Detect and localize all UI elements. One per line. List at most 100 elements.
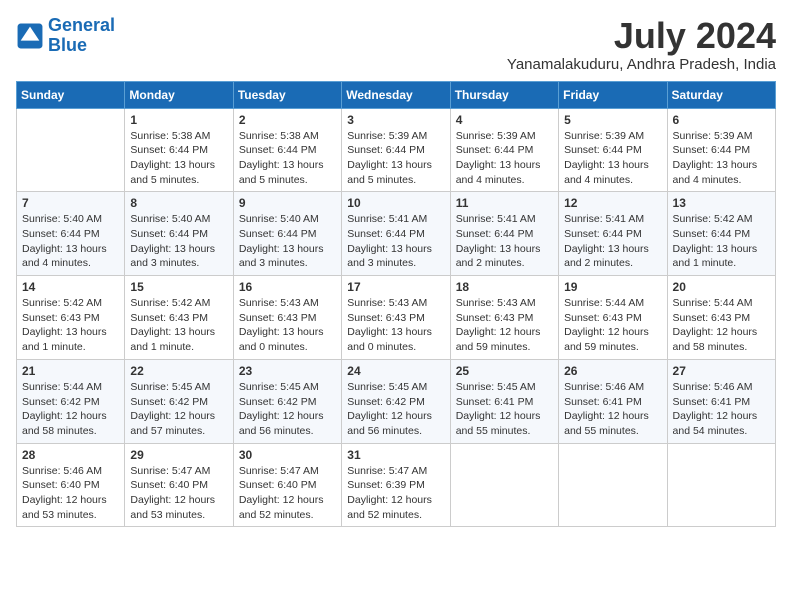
day-number: 12 [564,196,661,210]
day-number: 29 [130,448,227,462]
calendar-week-row: 21 Sunrise: 5:44 AM Sunset: 6:42 PM Dayli… [17,359,776,443]
day-info: Sunrise: 5:40 AM Sunset: 6:44 PM Dayligh… [22,212,119,271]
calendar-cell: 11Sunrise: 5:41 AM Sunset: 6:44 PM Dayli… [450,192,558,276]
calendar-cell: 1 Sunrise: 5:38 AM Sunset: 6:44 PM Daylig… [125,108,233,192]
day-info: Sunrise: 5:42 AM Sunset: 6:43 PM Dayligh… [22,296,119,355]
calendar-cell: 13 Sunrise: 5:42 AM Sunset: 6:44 PM Dayli… [667,192,775,276]
day-number: 27 [673,364,770,378]
column-header-wednesday: Wednesday [342,81,450,108]
calendar-cell: 25 Sunrise: 5:45 AM Sunset: 6:41 PM Dayli… [450,359,558,443]
day-number: 31 [347,448,444,462]
column-header-sunday: Sunday [17,81,125,108]
day-number: 21 [22,364,119,378]
day-info: Sunrise: 5:47 AM Sunset: 6:40 PM Dayligh… [239,464,336,523]
day-number: 22 [130,364,227,378]
column-header-friday: Friday [559,81,667,108]
logo: General Blue [16,16,115,56]
calendar-cell: 15Sunrise: 5:42 AM Sunset: 6:43 PM Dayli… [125,276,233,360]
day-info: Sunrise: 5:46 AM Sunset: 6:41 PM Dayligh… [673,380,770,439]
calendar-week-row: 28 Sunrise: 5:46 AM Sunset: 6:40 PM Dayli… [17,443,776,527]
calendar-cell: 7 Sunrise: 5:40 AM Sunset: 6:44 PM Daylig… [17,192,125,276]
day-number: 3 [347,113,444,127]
calendar-header-row: SundayMondayTuesdayWednesdayThursdayFrid… [17,81,776,108]
calendar-week-row: 14 Sunrise: 5:42 AM Sunset: 6:43 PM Dayli… [17,276,776,360]
calendar-week-row: 1 Sunrise: 5:38 AM Sunset: 6:44 PM Daylig… [17,108,776,192]
day-number: 7 [22,196,119,210]
day-info: Sunrise: 5:38 AM Sunset: 6:44 PM Dayligh… [130,129,227,188]
calendar-cell [559,443,667,527]
calendar-cell: 23 Sunrise: 5:45 AM Sunset: 6:42 PM Dayli… [233,359,341,443]
calendar-cell: 18Sunrise: 5:43 AM Sunset: 6:43 PM Dayli… [450,276,558,360]
calendar-cell: 26 Sunrise: 5:46 AM Sunset: 6:41 PM Dayli… [559,359,667,443]
calendar-cell: 30 Sunrise: 5:47 AM Sunset: 6:40 PM Dayli… [233,443,341,527]
column-header-saturday: Saturday [667,81,775,108]
column-header-monday: Monday [125,81,233,108]
day-info: Sunrise: 5:44 AM Sunset: 6:43 PM Dayligh… [673,296,770,355]
day-number: 20 [673,280,770,294]
page-header: General Blue July 2024 Yanamalakuduru, A… [16,16,776,73]
calendar-cell: 2 Sunrise: 5:38 AM Sunset: 6:44 PM Daylig… [233,108,341,192]
day-info: Sunrise: 5:47 AM Sunset: 6:39 PM Dayligh… [347,464,444,523]
calendar-cell: 29 Sunrise: 5:47 AM Sunset: 6:40 PM Dayli… [125,443,233,527]
day-number: 17 [347,280,444,294]
logo-line1: General [48,15,115,35]
day-info: Sunrise: 5:47 AM Sunset: 6:40 PM Dayligh… [130,464,227,523]
day-info: Sunrise: 5:45 AM Sunset: 6:41 PM Dayligh… [456,380,553,439]
calendar-cell: 28 Sunrise: 5:46 AM Sunset: 6:40 PM Dayli… [17,443,125,527]
day-number: 14 [22,280,119,294]
day-info: Sunrise: 5:41 AM Sunset: 6:44 PM Dayligh… [456,212,553,271]
day-number: 6 [673,113,770,127]
day-number: 23 [239,364,336,378]
calendar-cell [667,443,775,527]
title-block: July 2024 Yanamalakuduru, Andhra Pradesh… [507,16,776,73]
calendar-cell: 6 Sunrise: 5:39 AM Sunset: 6:44 PM Daylig… [667,108,775,192]
calendar-cell: 22Sunrise: 5:45 AM Sunset: 6:42 PM Dayli… [125,359,233,443]
calendar-cell: 14 Sunrise: 5:42 AM Sunset: 6:43 PM Dayli… [17,276,125,360]
day-info: Sunrise: 5:46 AM Sunset: 6:41 PM Dayligh… [564,380,661,439]
day-info: Sunrise: 5:39 AM Sunset: 6:44 PM Dayligh… [564,129,661,188]
day-info: Sunrise: 5:45 AM Sunset: 6:42 PM Dayligh… [239,380,336,439]
day-info: Sunrise: 5:44 AM Sunset: 6:42 PM Dayligh… [22,380,119,439]
day-info: Sunrise: 5:43 AM Sunset: 6:43 PM Dayligh… [347,296,444,355]
day-info: Sunrise: 5:39 AM Sunset: 6:44 PM Dayligh… [347,129,444,188]
calendar-cell: 5 Sunrise: 5:39 AM Sunset: 6:44 PM Daylig… [559,108,667,192]
day-number: 28 [22,448,119,462]
calendar-cell: 8Sunrise: 5:40 AM Sunset: 6:44 PM Daylig… [125,192,233,276]
day-number: 26 [564,364,661,378]
logo-text: General Blue [48,16,115,56]
day-number: 13 [673,196,770,210]
day-number: 30 [239,448,336,462]
day-info: Sunrise: 5:44 AM Sunset: 6:43 PM Dayligh… [564,296,661,355]
day-number: 16 [239,280,336,294]
calendar-week-row: 7 Sunrise: 5:40 AM Sunset: 6:44 PM Daylig… [17,192,776,276]
day-number: 9 [239,196,336,210]
day-number: 15 [130,280,227,294]
day-number: 1 [130,113,227,127]
calendar-cell: 27 Sunrise: 5:46 AM Sunset: 6:41 PM Dayli… [667,359,775,443]
logo-line2: Blue [48,35,87,55]
day-info: Sunrise: 5:41 AM Sunset: 6:44 PM Dayligh… [347,212,444,271]
calendar-cell: 3 Sunrise: 5:39 AM Sunset: 6:44 PM Daylig… [342,108,450,192]
calendar-cell: 19Sunrise: 5:44 AM Sunset: 6:43 PM Dayli… [559,276,667,360]
day-number: 24 [347,364,444,378]
calendar-cell: 17 Sunrise: 5:43 AM Sunset: 6:43 PM Dayli… [342,276,450,360]
calendar-cell: 9Sunrise: 5:40 AM Sunset: 6:44 PM Daylig… [233,192,341,276]
calendar-cell: 21 Sunrise: 5:44 AM Sunset: 6:42 PM Dayli… [17,359,125,443]
day-info: Sunrise: 5:40 AM Sunset: 6:44 PM Dayligh… [130,212,227,271]
calendar-cell [450,443,558,527]
month-title: July 2024 [507,16,776,56]
day-info: Sunrise: 5:38 AM Sunset: 6:44 PM Dayligh… [239,129,336,188]
day-info: Sunrise: 5:46 AM Sunset: 6:40 PM Dayligh… [22,464,119,523]
column-header-thursday: Thursday [450,81,558,108]
calendar-cell: 31 Sunrise: 5:47 AM Sunset: 6:39 PM Dayli… [342,443,450,527]
day-info: Sunrise: 5:42 AM Sunset: 6:44 PM Dayligh… [673,212,770,271]
day-info: Sunrise: 5:45 AM Sunset: 6:42 PM Dayligh… [347,380,444,439]
day-number: 18 [456,280,553,294]
day-number: 5 [564,113,661,127]
calendar-cell: 4Sunrise: 5:39 AM Sunset: 6:44 PM Daylig… [450,108,558,192]
day-info: Sunrise: 5:39 AM Sunset: 6:44 PM Dayligh… [673,129,770,188]
day-number: 10 [347,196,444,210]
day-number: 25 [456,364,553,378]
day-number: 2 [239,113,336,127]
day-info: Sunrise: 5:43 AM Sunset: 6:43 PM Dayligh… [239,296,336,355]
